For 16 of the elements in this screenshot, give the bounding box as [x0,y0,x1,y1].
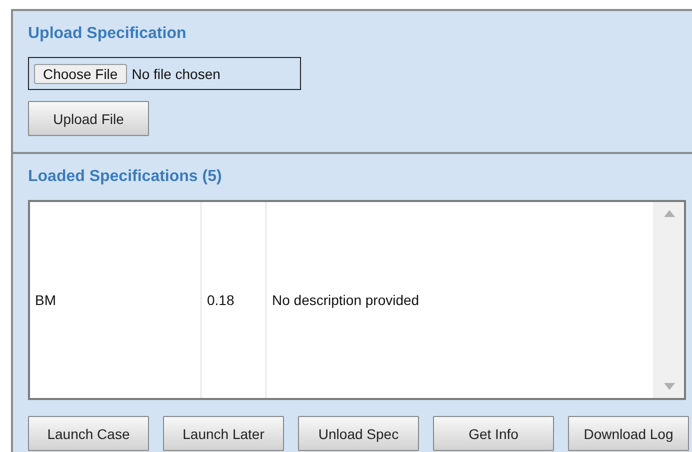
scroll-up-icon[interactable] [664,210,675,217]
action-button[interactable]: Unload Spec [298,416,419,451]
table-cell: BM [30,202,202,398]
section-title: Loaded Specifications (5) [28,168,223,186]
action-button[interactable]: Launch Case [28,416,149,451]
choose-file-button[interactable]: Choose File [34,64,127,84]
action-button[interactable]: Get Info [433,416,554,451]
upload-file-button[interactable]: Upload File [28,101,149,136]
table-cell: 0.18 [202,202,267,398]
scrollbar[interactable] [655,202,684,398]
file-status: No file chosen [132,66,220,82]
section-title: Upload Specification [28,25,188,43]
file-input[interactable]: Choose File No file chosen [28,57,301,90]
action-button[interactable]: Download Log [568,416,689,451]
scroll-down-icon[interactable] [664,383,675,390]
action-button[interactable]: Launch Later [163,416,284,451]
